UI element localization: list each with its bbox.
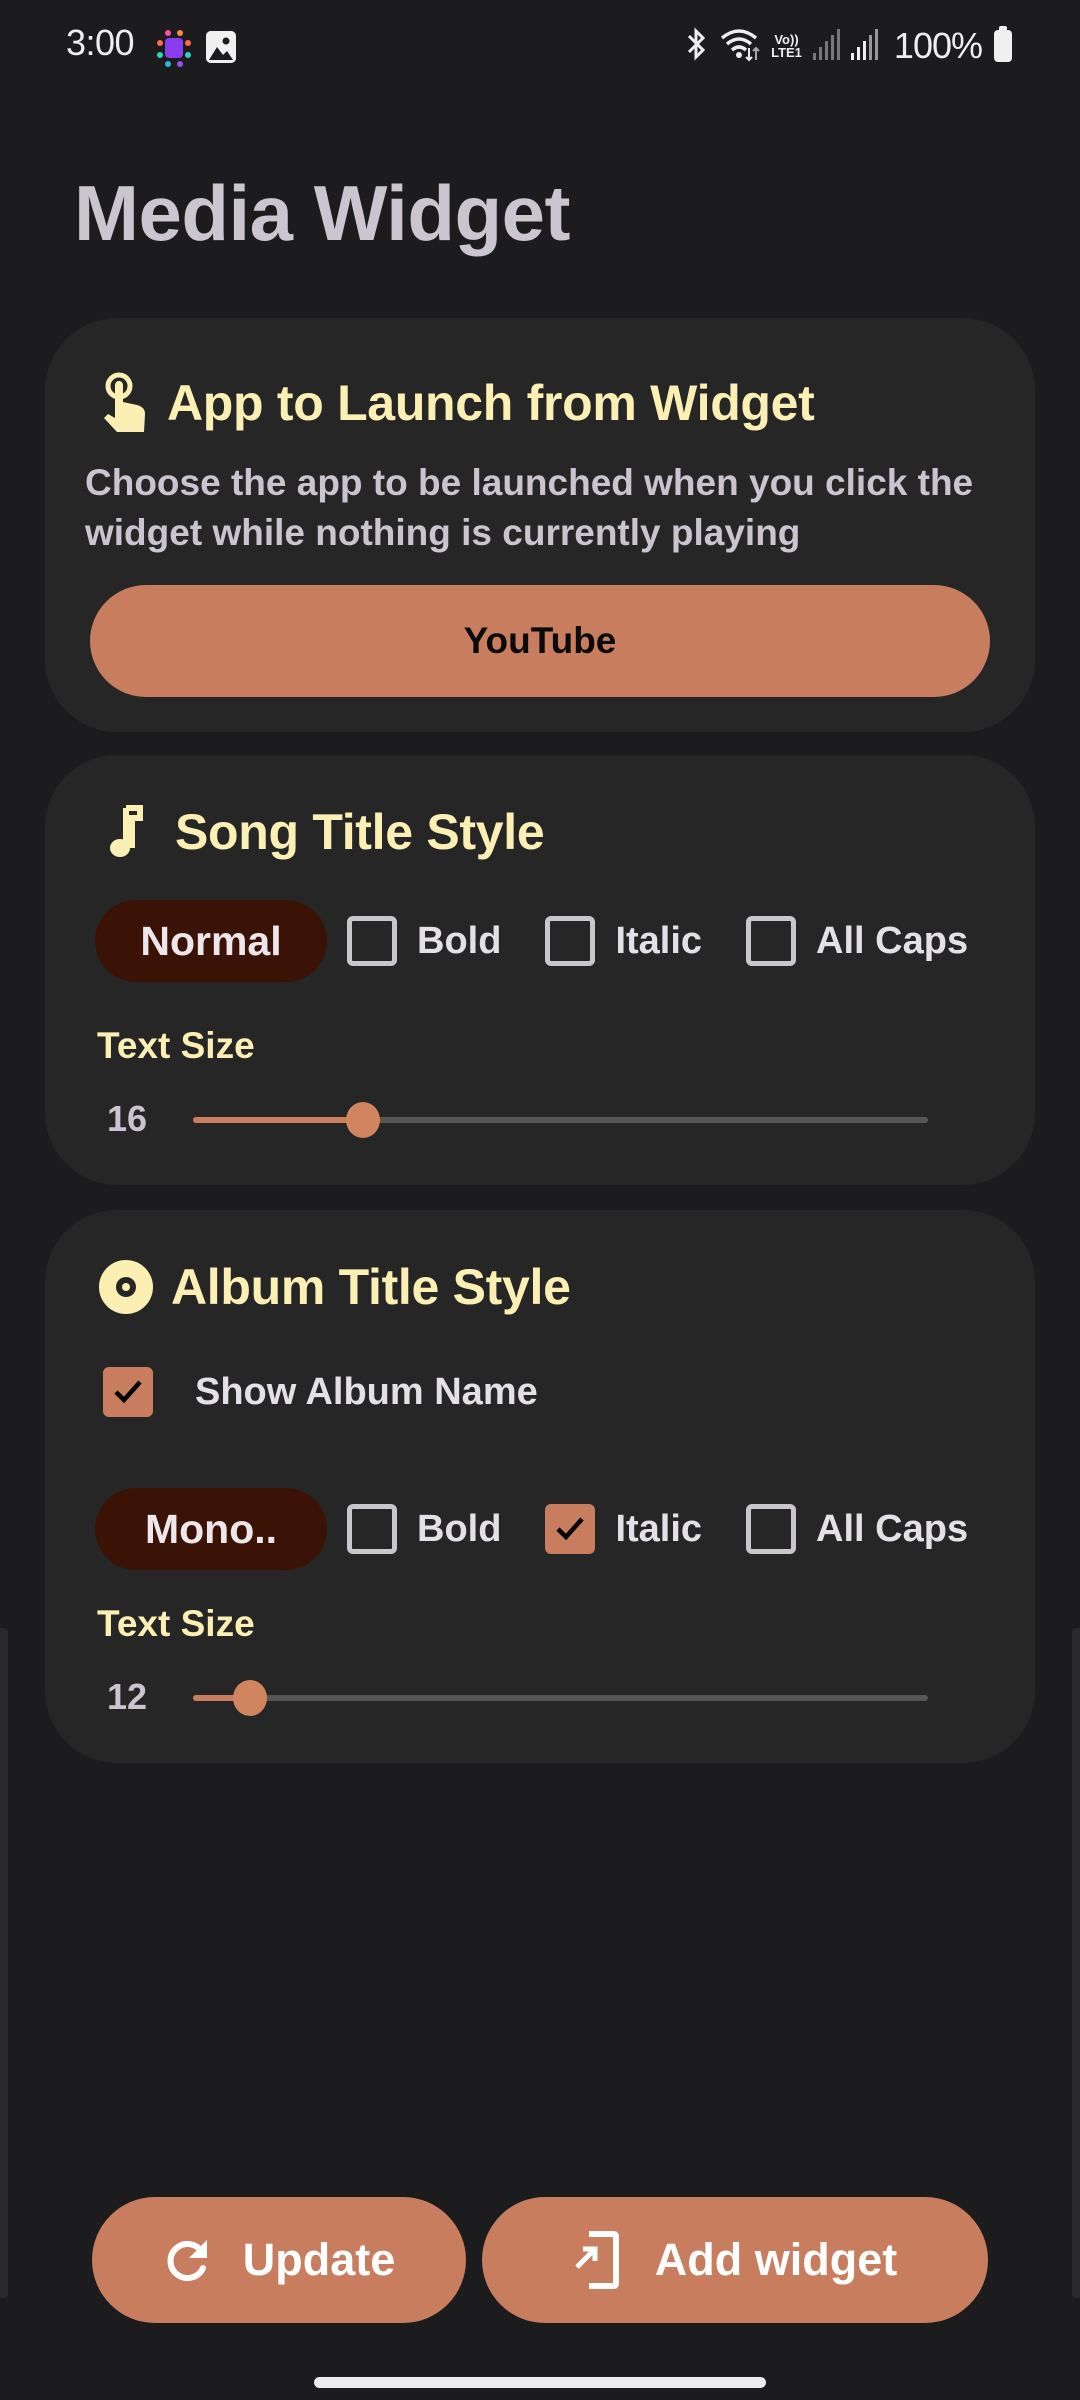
launch-app-header: App to Launch from Widget bbox=[97, 372, 815, 434]
album-text-size-value: 12 bbox=[107, 1676, 148, 1717]
checkbox-label: All Caps bbox=[816, 919, 969, 962]
lte-label: LTE1 bbox=[771, 45, 802, 60]
wifi-icon bbox=[719, 26, 761, 67]
song-style-row: Normal Bold Italic All Caps bbox=[95, 900, 1025, 982]
scroll-edge-left bbox=[0, 1628, 8, 2298]
song-text-size-slider[interactable]: 16 bbox=[107, 1090, 1007, 1150]
song-text-size-label: Text Size bbox=[97, 1025, 255, 1066]
slider-thumb[interactable] bbox=[232, 1680, 267, 1716]
bluetooth-icon bbox=[683, 26, 709, 67]
slider-fill bbox=[193, 1117, 363, 1123]
checkbox-box[interactable] bbox=[545, 916, 596, 966]
song-italic-checkbox[interactable]: Italic bbox=[545, 916, 702, 966]
add-to-home-screen-icon bbox=[573, 2227, 625, 2293]
slider-track[interactable] bbox=[193, 1680, 928, 1716]
volte-lte-icon: Vo)) LTE1 bbox=[771, 33, 802, 59]
battery-percent: 100% bbox=[893, 25, 983, 66]
status-bar: 3:00 Vo)) LTE1 100% bbox=[0, 0, 1080, 92]
update-button[interactable]: Update bbox=[92, 2197, 466, 2323]
album-icon bbox=[97, 1256, 155, 1318]
checkmark-icon bbox=[114, 1380, 142, 1404]
checkmark-icon bbox=[556, 1517, 585, 1541]
song-title-style-card: Song Title Style Normal Bold Italic All … bbox=[45, 755, 1035, 1185]
album-title-heading: Album Title Style bbox=[171, 1259, 571, 1315]
checkbox-label: Italic bbox=[615, 1507, 703, 1550]
album-italic-checkbox[interactable]: Italic bbox=[545, 1504, 702, 1554]
page-title: Media Widget bbox=[74, 169, 570, 257]
status-time: 3:00 bbox=[66, 22, 135, 63]
slider-track[interactable] bbox=[193, 1102, 928, 1138]
album-title-style-card: Album Title Style Show Album Name Mono..… bbox=[45, 1210, 1035, 1763]
update-label: Update bbox=[242, 2234, 396, 2285]
launch-app-title: App to Launch from Widget bbox=[167, 375, 815, 431]
show-album-name-checkbox[interactable]: Show Album Name bbox=[103, 1367, 538, 1417]
app-select-button[interactable]: YouTube bbox=[90, 585, 990, 697]
song-text-size-value: 16 bbox=[107, 1098, 148, 1139]
touch-app-icon bbox=[97, 372, 155, 434]
launch-app-card: App to Launch from Widget Choose the app… bbox=[45, 318, 1035, 732]
album-bold-checkbox[interactable]: Bold bbox=[347, 1504, 501, 1554]
signal-icon-sim1 bbox=[812, 27, 840, 66]
refresh-icon bbox=[163, 2234, 213, 2286]
gallery-icon bbox=[206, 31, 236, 63]
system-status-icons: Vo)) LTE1 100% bbox=[683, 24, 1012, 68]
checkbox-label: All Caps bbox=[816, 1507, 969, 1550]
app-notification-icon bbox=[154, 28, 194, 68]
launch-app-description: Choose the app to be launched when you c… bbox=[85, 462, 974, 553]
album-title-header: Album Title Style bbox=[97, 1256, 571, 1318]
checkbox-box[interactable] bbox=[103, 1367, 153, 1417]
checkbox-box[interactable] bbox=[746, 1504, 797, 1554]
album-font-selector[interactable]: Mono.. bbox=[95, 1488, 327, 1570]
signal-icon-sim2 bbox=[850, 27, 878, 66]
checkbox-box[interactable] bbox=[746, 916, 797, 966]
checkbox-box[interactable] bbox=[545, 1504, 596, 1554]
song-bold-checkbox[interactable]: Bold bbox=[347, 916, 501, 966]
album-allcaps-checkbox[interactable]: All Caps bbox=[746, 1504, 968, 1554]
add-widget-button[interactable]: Add widget bbox=[482, 2197, 988, 2323]
checkbox-label: Bold bbox=[417, 919, 502, 962]
song-title-heading: Song Title Style bbox=[175, 804, 545, 860]
checkbox-box[interactable] bbox=[347, 1504, 397, 1554]
song-font-selector[interactable]: Normal bbox=[95, 900, 327, 982]
album-style-row: Mono.. Bold Italic All Caps bbox=[95, 1488, 1025, 1570]
slider-thumb[interactable] bbox=[345, 1102, 380, 1138]
music-note-icon bbox=[97, 801, 155, 863]
song-title-header: Song Title Style bbox=[97, 801, 545, 863]
home-indicator[interactable] bbox=[314, 2377, 766, 2388]
checkbox-label: Bold bbox=[417, 1507, 502, 1550]
song-allcaps-checkbox[interactable]: All Caps bbox=[746, 916, 968, 966]
checkbox-box[interactable] bbox=[347, 916, 397, 966]
scroll-edge-right bbox=[1072, 1628, 1080, 2298]
album-text-size-slider[interactable]: 12 bbox=[107, 1668, 1007, 1728]
battery-icon bbox=[994, 26, 1012, 62]
album-text-size-label: Text Size bbox=[97, 1603, 255, 1644]
add-widget-label: Add widget bbox=[654, 2234, 898, 2285]
checkbox-label: Italic bbox=[615, 919, 703, 962]
checkbox-label: Show Album Name bbox=[195, 1370, 538, 1413]
